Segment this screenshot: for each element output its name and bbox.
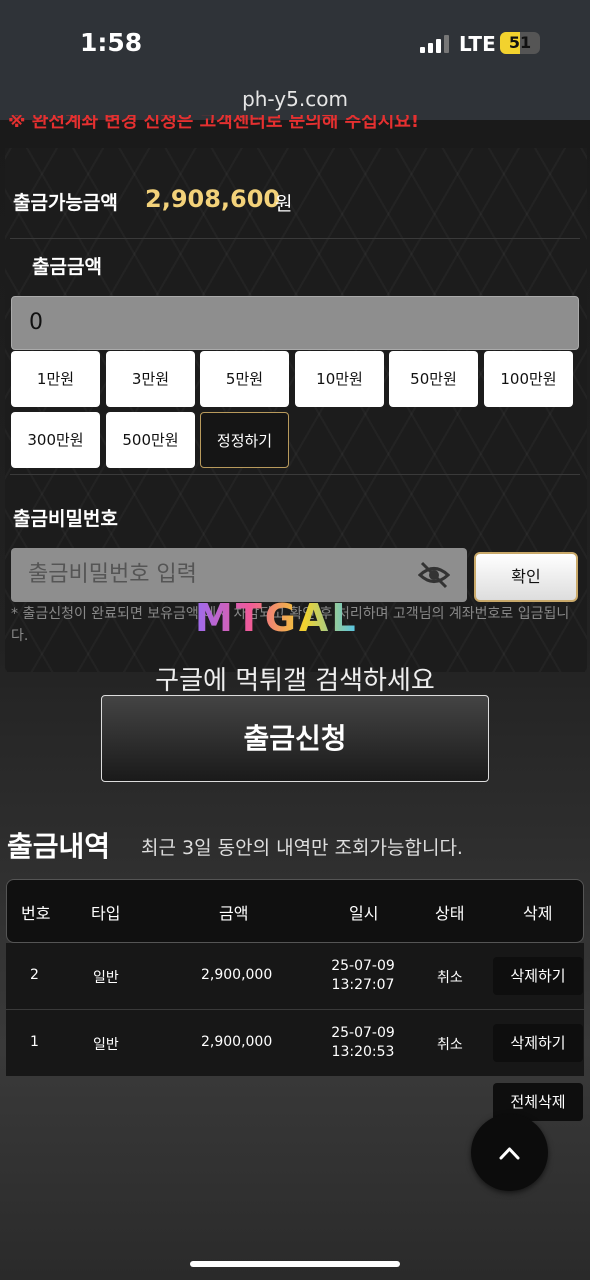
withdraw-password-input[interactable]: 출금비밀번호 입력 bbox=[11, 548, 467, 602]
quick-amount-10[interactable]: 10만원 bbox=[295, 351, 384, 407]
row-status: 취소 bbox=[437, 970, 463, 986]
confirm-button[interactable]: 확인 bbox=[474, 552, 578, 602]
quick-amount-3[interactable]: 3만원 bbox=[106, 351, 195, 407]
row-datetime: 25-07-09 13:20:53 bbox=[323, 1024, 403, 1062]
quick-amount-5[interactable]: 5만원 bbox=[200, 351, 289, 407]
row-date: 25-07-09 bbox=[331, 1025, 395, 1041]
row-time: 13:27:07 bbox=[331, 977, 395, 993]
table-row: 1 일반 2,900,000 25-07-09 13:20:53 취소 삭제하기 bbox=[6, 1010, 584, 1076]
row-no: 2 bbox=[30, 967, 39, 983]
history-title: 출금내역 bbox=[7, 830, 111, 863]
column-date: 일시 bbox=[349, 904, 379, 923]
withdraw-amount-input[interactable]: 0 bbox=[11, 296, 579, 350]
quick-amount-100[interactable]: 100만원 bbox=[484, 351, 573, 407]
scroll-to-top-button[interactable] bbox=[471, 1114, 548, 1191]
row-no: 1 bbox=[30, 1034, 39, 1050]
chevron-up-icon bbox=[499, 1147, 520, 1160]
delete-row-button[interactable]: 삭제하기 bbox=[493, 1024, 583, 1062]
history-subtitle: 최근 3일 동안의 내역만 조회가능합니다. bbox=[141, 837, 463, 859]
quick-amount-300[interactable]: 300만원 bbox=[11, 412, 100, 468]
row-status: 취소 bbox=[437, 1037, 463, 1053]
divider bbox=[10, 238, 580, 239]
row-amount: 2,900,000 bbox=[201, 1034, 273, 1050]
column-delete: 삭제 bbox=[523, 904, 553, 923]
row-type: 일반 bbox=[93, 970, 119, 986]
status-bar: 1:58 LTE 51 ph-y5.com bbox=[0, 0, 590, 120]
column-type: 타입 bbox=[91, 904, 121, 923]
row-type: 일반 bbox=[93, 1037, 119, 1053]
watermark-text: 구글에 먹튀갤 검색하세요 bbox=[155, 666, 435, 696]
watermark-logo: MTGAL bbox=[195, 596, 359, 640]
signal-icon bbox=[420, 35, 450, 53]
available-amount-label: 출금가능금액 bbox=[13, 192, 118, 214]
reset-amount-button[interactable]: 정정하기 bbox=[200, 412, 289, 468]
history-table-header: 번호 타입 금액 일시 상태 삭제 bbox=[6, 879, 584, 943]
eye-off-icon[interactable] bbox=[418, 560, 450, 590]
row-datetime: 25-07-09 13:27:07 bbox=[323, 957, 403, 995]
home-indicator bbox=[190, 1261, 400, 1267]
account-change-notice: ※ 완전계좌 변경 신청은 고객센터로 문의해 주십시요! bbox=[8, 115, 420, 132]
row-time: 13:20:53 bbox=[331, 1044, 395, 1060]
battery-icon: 51 bbox=[500, 32, 540, 54]
divider bbox=[10, 474, 580, 475]
quick-amount-50[interactable]: 50만원 bbox=[389, 351, 478, 407]
quick-amount-500[interactable]: 500만원 bbox=[106, 412, 195, 468]
row-date: 25-07-09 bbox=[331, 958, 395, 974]
quick-amount-1[interactable]: 1만원 bbox=[11, 351, 100, 407]
withdraw-submit-button[interactable]: 출금신청 bbox=[101, 695, 489, 782]
available-amount-value: 2,908,600 bbox=[145, 185, 281, 213]
column-no: 번호 bbox=[21, 904, 51, 923]
column-amount: 금액 bbox=[219, 904, 249, 923]
delete-row-button[interactable]: 삭제하기 bbox=[493, 957, 583, 995]
available-amount-unit: 원 bbox=[275, 193, 293, 215]
table-row: 2 일반 2,900,000 25-07-09 13:27:07 취소 삭제하기 bbox=[6, 943, 584, 1009]
withdraw-amount-label: 출금금액 bbox=[32, 256, 102, 278]
column-status: 상태 bbox=[435, 904, 465, 923]
clock: 1:58 bbox=[80, 28, 143, 57]
battery-level: 51 bbox=[508, 33, 532, 52]
address-bar[interactable]: ph-y5.com bbox=[0, 87, 590, 111]
row-amount: 2,900,000 bbox=[201, 967, 273, 983]
withdraw-password-label: 출금비밀번호 bbox=[13, 508, 118, 530]
network-label: LTE bbox=[459, 32, 496, 56]
